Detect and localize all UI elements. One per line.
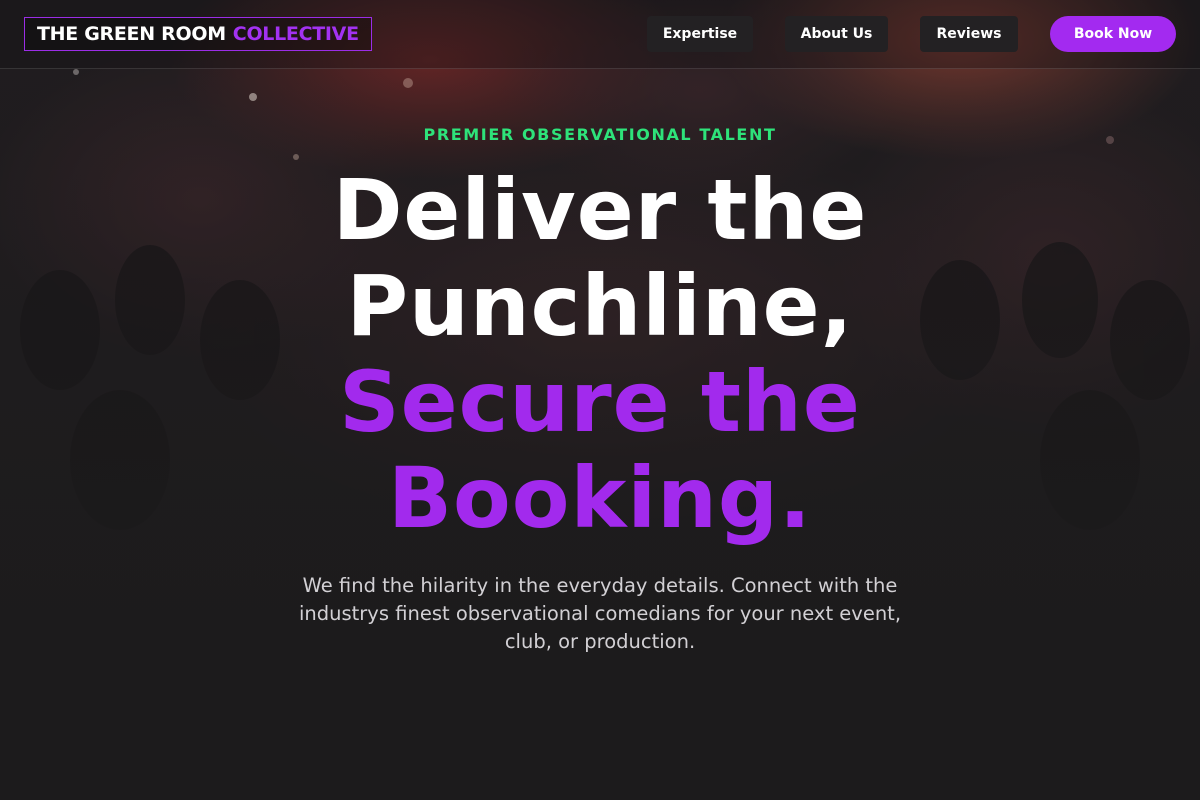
headline-line-4: Booking. [388, 449, 812, 547]
hero-section: PREMIER OBSERVATIONAL TALENT Deliver the… [0, 0, 1200, 800]
headline-line-1: Deliver the [332, 161, 868, 259]
hero-subtitle: We find the hilarity in the everyday det… [298, 574, 902, 653]
headline-line-3: Secure the [339, 353, 861, 451]
hero-headline: Deliver the Punchline, Secure the Bookin… [0, 162, 1200, 546]
landing-page: THE GREEN ROOM COLLECTIVE Expertise Abou… [0, 0, 1200, 800]
hero-eyebrow: PREMIER OBSERVATIONAL TALENT [423, 125, 777, 144]
headline-line-2: Punchline, [346, 257, 854, 355]
